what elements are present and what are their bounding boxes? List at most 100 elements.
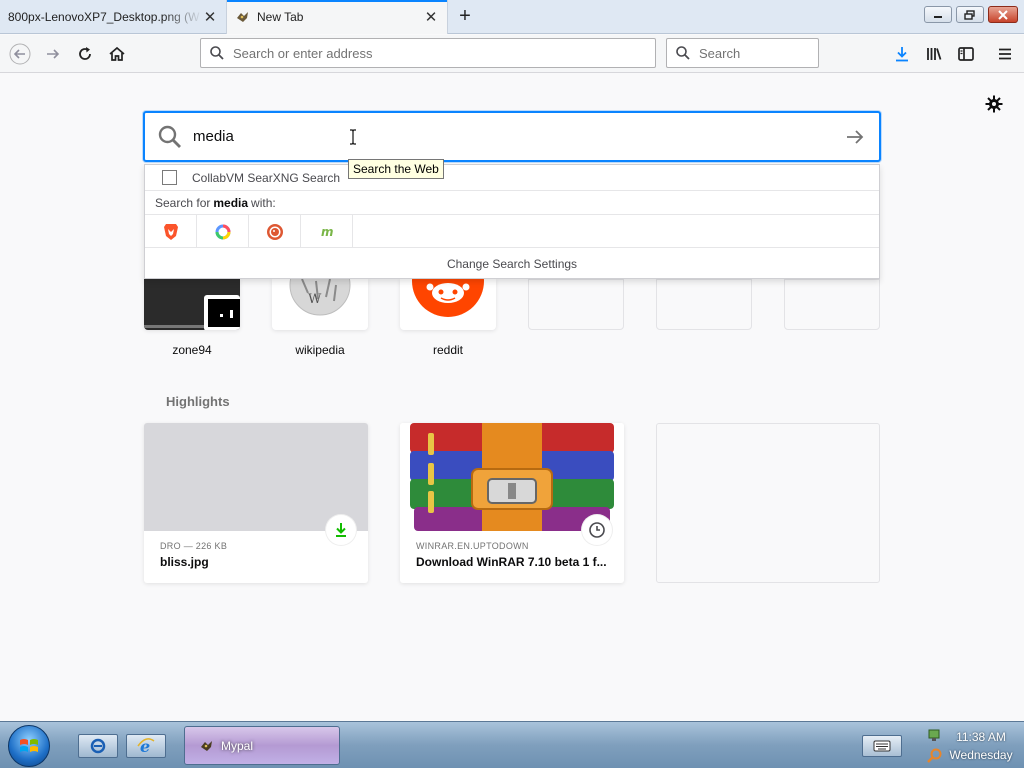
- tab-strip: 800px-LenovoXP7_Desktop.png (W ✕ New Tab…: [0, 0, 1024, 34]
- top-site-wikipedia[interactable]: W wikipedia: [272, 279, 368, 357]
- reddit-icon: [412, 279, 484, 317]
- search-query: media: [193, 128, 234, 145]
- change-search-settings[interactable]: Change Search Settings: [145, 248, 879, 279]
- highlight-placeholder: [656, 423, 880, 583]
- suggestion-row[interactable]: CollabVM SearXNG Search: [145, 165, 879, 191]
- downloads-icon[interactable]: [889, 41, 915, 67]
- new-tab-plus-icon[interactable]: +: [455, 6, 475, 27]
- search-bar[interactable]: Search: [666, 38, 819, 68]
- mypal-icon: [237, 12, 248, 22]
- taskbar: e Mypal 11:38 AM Wednesday: [0, 721, 1024, 768]
- tab-image[interactable]: 800px-LenovoXP7_Desktop.png (W ✕: [0, 0, 226, 34]
- top-site-placeholder: [656, 279, 752, 330]
- top-site-tile: W: [272, 279, 368, 330]
- search-tray-icon[interactable]: [926, 747, 944, 765]
- library-icon[interactable]: [921, 41, 947, 67]
- svg-text:m: m: [321, 225, 334, 239]
- windows-logo-icon: [20, 739, 38, 752]
- suggestion-checkbox[interactable]: [162, 170, 177, 185]
- tooltip: Search the Web: [348, 159, 444, 179]
- start-button[interactable]: [8, 725, 50, 767]
- quicklaunch-ie-icon[interactable]: [78, 734, 118, 758]
- search-suggestions-popup: CollabVM SearXNG Search Search for media…: [144, 164, 880, 279]
- back-arrow-icon[interactable]: [7, 41, 33, 67]
- top-site-tile: [400, 279, 496, 330]
- clock-time: 11:38 AM: [956, 730, 1006, 744]
- system-tray: [926, 728, 944, 764]
- close-icon[interactable]: ✕: [202, 9, 218, 26]
- forward-arrow-icon[interactable]: [40, 41, 66, 67]
- sidebar-icon[interactable]: [953, 41, 979, 67]
- menu-hamburger-icon[interactable]: [992, 41, 1018, 67]
- address-bar[interactable]: Search or enter address: [200, 38, 656, 68]
- home-icon[interactable]: [104, 41, 130, 67]
- highlights-heading: Highlights: [166, 394, 230, 409]
- top-site-empty: [784, 279, 880, 330]
- internet-explorer-icon[interactable]: e: [126, 734, 166, 758]
- new-tab-page: media Search the Web CollabVM SearXNG Se…: [0, 74, 1024, 721]
- highlight-source: DRO — 226 KB: [160, 541, 228, 551]
- system-clock[interactable]: 11:38 AM Wednesday: [948, 728, 1014, 764]
- top-site-reddit[interactable]: reddit: [400, 279, 496, 357]
- web-search-field[interactable]: media: [143, 111, 881, 162]
- winrar-icon: [410, 423, 614, 531]
- tab-title: 800px-LenovoXP7_Desktop.png (W: [8, 10, 200, 24]
- engine-duckduckgo[interactable]: [249, 215, 301, 248]
- highlight-card[interactable]: WINRAR.EN.UPTODOWN Download WinRAR 7.10 …: [400, 423, 624, 583]
- text-cursor-icon: [350, 129, 356, 145]
- clock-icon: [582, 515, 612, 545]
- download-icon: [326, 515, 356, 545]
- top-site-label: reddit: [432, 343, 464, 357]
- taskbar-item-label: Mypal: [221, 738, 254, 753]
- highlight-title: Download WinRAR 7.10 beta 1 f...: [416, 555, 607, 569]
- top-site-label: wikipedia: [295, 343, 345, 357]
- top-site-placeholder: [784, 279, 880, 330]
- top-site-tile: [144, 279, 240, 330]
- tab-title: New Tab: [257, 10, 304, 24]
- gear-icon[interactable]: [985, 95, 1003, 113]
- keyboard-icon[interactable]: [862, 735, 902, 757]
- window-close-icon[interactable]: [988, 6, 1018, 23]
- qwant-icon: [215, 224, 230, 239]
- reload-icon[interactable]: [72, 41, 98, 67]
- mojeek-icon: m: [321, 225, 334, 239]
- search-for-suffix: with:: [251, 195, 276, 210]
- restore-icon[interactable]: [956, 6, 984, 23]
- highlight-thumbnail: [400, 423, 624, 545]
- top-site-label: zone94: [172, 343, 212, 357]
- search-placeholder: Search: [699, 45, 741, 61]
- tab-new-tab[interactable]: New Tab ✕: [226, 0, 448, 34]
- duckduckgo-icon: [266, 223, 283, 240]
- close-icon[interactable]: ✕: [423, 9, 439, 26]
- engine-brave[interactable]: [145, 215, 197, 248]
- search-for-header: Search for media with:: [145, 191, 879, 215]
- engine-mojeek[interactable]: m: [301, 215, 353, 248]
- search-for-prefix: Search for: [155, 195, 211, 210]
- minimize-icon[interactable]: [924, 6, 952, 23]
- search-icon: [210, 46, 224, 60]
- highlight-thumbnail: [144, 423, 368, 545]
- navigation-toolbar: Search or enter address Search: [0, 35, 1024, 73]
- top-site-empty: [656, 279, 752, 330]
- network-icon[interactable]: [926, 728, 944, 744]
- suggestion-label: CollabVM SearXNG Search: [192, 170, 341, 185]
- highlight-source: WINRAR.EN.UPTODOWN: [416, 541, 529, 551]
- taskbar-mypal-button[interactable]: Mypal: [184, 726, 340, 765]
- highlight-title: bliss.jpg: [160, 555, 209, 569]
- mypal-icon: [201, 740, 212, 751]
- search-for-term: media: [213, 195, 249, 210]
- brave-icon: [163, 223, 178, 240]
- wikipedia-globe-icon: W: [289, 279, 351, 316]
- search-icon: [676, 46, 690, 60]
- svg-text:W: W: [308, 292, 322, 307]
- search-icon: [158, 125, 181, 148]
- search-engine-list: m: [145, 215, 879, 248]
- highlight-card[interactable]: DRO — 226 KB bliss.jpg: [144, 423, 368, 583]
- search-go-arrow-icon[interactable]: [845, 127, 865, 147]
- address-placeholder: Search or enter address: [233, 45, 373, 61]
- engine-qwant[interactable]: [197, 215, 249, 248]
- top-site-empty: [528, 279, 624, 330]
- top-site-zone94[interactable]: zone94: [144, 279, 240, 357]
- zone94-icon: [204, 295, 240, 330]
- top-site-placeholder: [528, 279, 624, 330]
